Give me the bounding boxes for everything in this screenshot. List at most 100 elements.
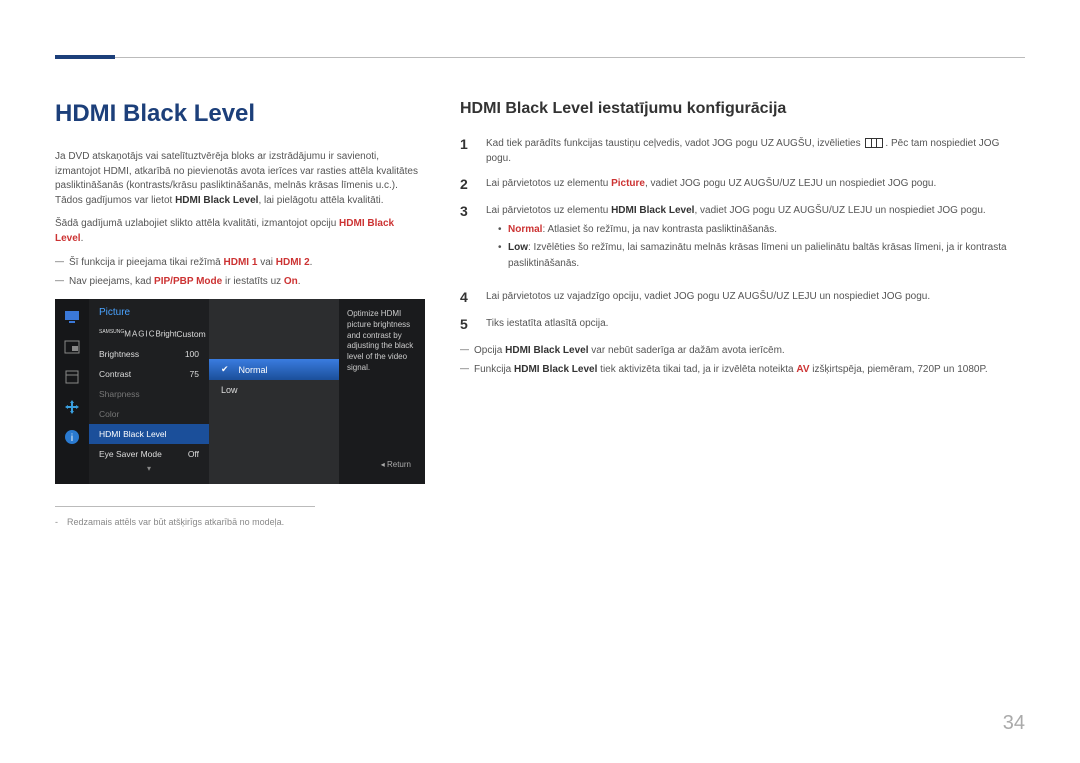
bullet-low-text: : Izvēlēties šo režīmu, lai samazinātu m… xyxy=(508,242,1007,269)
osd-row-eye-saver: Eye Saver Mode Off xyxy=(89,444,209,464)
step-2-text-a: Lai pārvietotos uz elementu xyxy=(486,178,611,189)
move-icon xyxy=(62,397,82,417)
step-2: 2 Lai pārvietotos uz elementu Picture, v… xyxy=(460,176,1025,193)
section-title: HDMI Black Level iestatījumu konfigurāci… xyxy=(460,100,1025,118)
osd-brightness-value: 100 xyxy=(185,349,199,359)
osd-icon-strip: i xyxy=(55,299,89,484)
pip-icon xyxy=(62,337,82,357)
osd-screenshot: i Picture SAMSUNGMAGICBright Custom Brig… xyxy=(55,299,425,484)
note2-e: . xyxy=(298,276,301,287)
improve-paragraph: Šādā gadījumā uzlabojiet slikto attēla k… xyxy=(55,217,425,246)
osd-sharpness-label: Sharpness xyxy=(99,389,140,399)
step-3-text-a: Lai pārvietotos uz elementu xyxy=(486,205,611,216)
header-accent xyxy=(55,55,115,59)
osd-menu-list: Picture SAMSUNGMAGICBright Custom Bright… xyxy=(89,299,209,484)
bullet-normal-label: Normal xyxy=(508,224,542,235)
left-column: HDMI Black Level Ja DVD atskaņotājs vai … xyxy=(55,100,425,533)
osd-option-normal: Normal xyxy=(209,359,339,380)
osd-magic-value: Custom xyxy=(176,329,205,339)
osd-option-normal-label: Normal xyxy=(239,365,268,375)
osd-row-color: Color xyxy=(89,404,209,424)
osd-menu-title: Picture xyxy=(89,305,209,324)
info-icon: i xyxy=(62,427,82,447)
step-1-text-a: Kad tiek parādīts funkcijas taustiņu ceļ… xyxy=(486,138,863,149)
step-3-text-c: , vadiet JOG pogu UZ AUGŠU/UZ LEJU un no… xyxy=(694,205,985,216)
option-bullets: Normal: Atlasiet šo režīmu, ja nav kontr… xyxy=(486,222,1025,272)
osd-eyesaver-value: Off xyxy=(188,449,199,459)
menu-grid-icon xyxy=(865,138,883,148)
rfoot2-c: tiek aktivizēta tikai tad, ja ir izvēlēt… xyxy=(597,364,796,375)
intro-text-c: , lai pielāgotu attēla kvalitāti. xyxy=(258,195,383,206)
right-footnote-2: Funkcija HDMI Black Level tiek aktivizēt… xyxy=(460,362,1025,377)
bullet-low-label: Low xyxy=(508,242,528,253)
improve-text-c: . xyxy=(81,233,84,244)
footnote-model: Redzamais attēls var būt atšķirīgs atkar… xyxy=(55,517,425,527)
osd-option-low-label: Low xyxy=(221,385,238,395)
osd-row-brightness: Brightness 100 xyxy=(89,344,209,364)
step-1-body: Kad tiek parādīts funkcijas taustiņu ceļ… xyxy=(486,136,1025,166)
steps-list: 1 Kad tiek parādīts funkcijas taustiņu c… xyxy=(460,136,1025,333)
note1-a: Šī funkcija ir pieejama tikai režīmā xyxy=(69,257,224,268)
osd-help-panel: Optimize HDMI picture brightness and con… xyxy=(339,299,425,484)
step-2-picture: Picture xyxy=(611,178,645,189)
osd-scroll-down-icon: ▾ xyxy=(89,464,209,473)
bullet-normal: Normal: Atlasiet šo režīmu, ja nav kontr… xyxy=(498,222,1025,238)
osd-brightness-label: Brightness xyxy=(99,349,139,359)
header-rule xyxy=(115,57,1025,58)
step-1: 1 Kad tiek parādīts funkcijas taustiņu c… xyxy=(460,136,1025,166)
osd-eyesaver-label: Eye Saver Mode xyxy=(99,449,162,459)
note2-pipmode: PIP/PBP Mode xyxy=(154,276,222,287)
check-icon xyxy=(221,364,233,375)
rfoot2-e: izšķirtspēja, piemēram, 720P un 1080P. xyxy=(810,364,988,375)
osd-contrast-value: 75 xyxy=(190,369,199,379)
rfoot2-a: Funkcija xyxy=(474,364,514,375)
step-4: 4 Lai pārvietotos uz vajadzīgo opciju, v… xyxy=(460,289,1025,306)
step-3: 3 Lai pārvietotos uz elementu HDMI Black… xyxy=(460,203,1025,280)
step-2-body: Lai pārvietotos uz elementu Picture, vad… xyxy=(486,176,1025,191)
osd-hdmi-label: HDMI Black Level xyxy=(99,429,167,439)
osd-row-contrast: Contrast 75 xyxy=(89,364,209,384)
osd-row-magic: SAMSUNGMAGICBright Custom xyxy=(89,324,209,344)
footnote-rule xyxy=(55,506,315,507)
note2-on: On xyxy=(284,276,298,287)
right-footnote-1: Opcija HDMI Black Level var nebūt saderī… xyxy=(460,343,1025,358)
note2-c: ir iestatīts uz xyxy=(222,276,284,287)
osd-help-text: Optimize HDMI picture brightness and con… xyxy=(347,309,417,374)
osd-contrast-label: Contrast xyxy=(99,369,131,379)
bullet-low: Low: Izvēlēties šo režīmu, lai samazināt… xyxy=(498,240,1025,271)
step-2-text-c: , vadiet JOG pogu UZ AUGŠU/UZ LEJU un no… xyxy=(645,178,936,189)
osd-return-label: Return xyxy=(347,456,417,474)
osd-row-hdmi-black-level: HDMI Black Level xyxy=(89,424,209,444)
osd-option-low: Low xyxy=(209,380,339,400)
step-2-number: 2 xyxy=(460,176,474,193)
page-title: HDMI Black Level xyxy=(55,100,425,128)
rfoot1-hdmibl: HDMI Black Level xyxy=(505,345,588,356)
window-icon xyxy=(62,367,82,387)
note1-hdmi2: HDMI 2 xyxy=(276,257,310,268)
osd-color-label: Color xyxy=(99,409,119,419)
monitor-icon xyxy=(62,307,82,327)
step-4-body: Lai pārvietotos uz vajadzīgo opciju, vad… xyxy=(486,289,1025,304)
rfoot2-hdmibl: HDMI Black Level xyxy=(514,364,597,375)
step-5-body: Tiks iestatīta atlasītā opcija. xyxy=(486,316,1025,331)
improve-text-a: Šādā gadījumā uzlabojiet slikto attēla k… xyxy=(55,218,339,229)
note2-a: Nav pieejams, kad xyxy=(69,276,154,287)
step-3-number: 3 xyxy=(460,203,474,220)
note-hdmi-mode: Šī funkcija ir pieejama tikai režīmā HDM… xyxy=(55,255,425,270)
step-4-number: 4 xyxy=(460,289,474,306)
osd-option-popup: Normal Low xyxy=(209,299,339,484)
bullet-normal-text: : Atlasiet šo režīmu, ja nav kontrasta p… xyxy=(542,224,777,235)
rfoot1-c: var nebūt saderīga ar dažām avota ierīcē… xyxy=(589,345,785,356)
step-5-number: 5 xyxy=(460,316,474,333)
osd-magic-suffix: Bright xyxy=(156,330,177,339)
right-column: HDMI Black Level iestatījumu konfigurāci… xyxy=(460,100,1025,533)
page-number: 34 xyxy=(1003,712,1025,735)
osd-magic-label: SAMSUNGMAGICBright xyxy=(99,329,176,339)
rfoot2-av: AV xyxy=(796,364,809,375)
step-3-body: Lai pārvietotos uz elementu HDMI Black L… xyxy=(486,203,1025,280)
osd-row-sharpness: Sharpness xyxy=(89,384,209,404)
rfoot1-a: Opcija xyxy=(474,345,505,356)
osd-magic-text: MAGIC xyxy=(124,330,155,339)
intro-hdmi-black-level: HDMI Black Level xyxy=(175,195,258,206)
svg-text:i: i xyxy=(71,433,73,444)
